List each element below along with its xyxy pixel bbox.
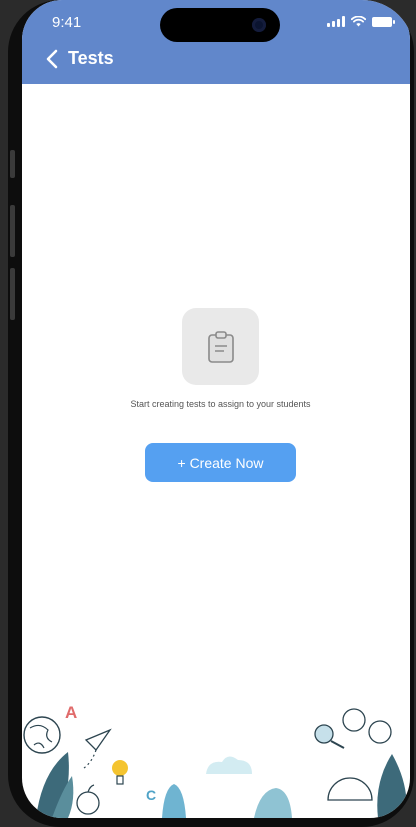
- dynamic-island: [160, 8, 280, 42]
- page-title: Tests: [68, 48, 114, 68]
- back-chevron-icon[interactable]: [46, 49, 58, 69]
- nav-bar: Tests: [46, 48, 114, 69]
- status-time: 9:41: [52, 14, 82, 31]
- phone-frame: 9:41 Tests Start creating tests to assig…: [8, 0, 414, 827]
- wifi-icon: [351, 16, 366, 27]
- doodle-letter-a: A: [65, 703, 77, 722]
- volume-down-button: [10, 268, 15, 320]
- battery-icon: [372, 16, 395, 27]
- volume-up-button: [10, 205, 15, 257]
- mute-switch: [10, 150, 15, 178]
- app-screen: 9:41 Tests Start creating tests to assig…: [22, 0, 410, 818]
- doodle-letter-c: C: [146, 787, 156, 803]
- empty-state-message: Start creating tests to assign to your s…: [130, 399, 311, 409]
- camera-icon: [252, 18, 266, 32]
- clipboard-icon: [207, 330, 234, 363]
- empty-state-icon-box: [182, 308, 259, 385]
- cellular-signal-icon: [327, 16, 345, 27]
- create-now-button[interactable]: + Create Now: [145, 443, 296, 482]
- status-icons: [327, 16, 395, 27]
- header-bar: 9:41 Tests: [22, 0, 410, 84]
- doodle-illustration: A C: [23, 703, 407, 818]
